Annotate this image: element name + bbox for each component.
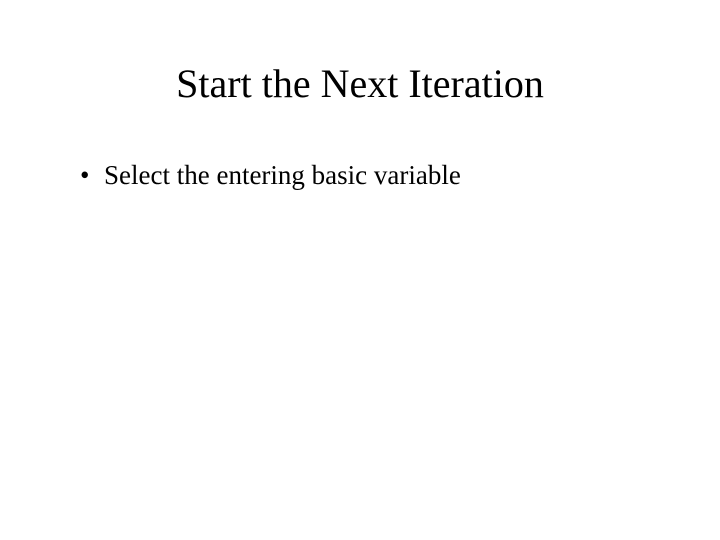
- bullet-list: Select the entering basic variable: [60, 157, 660, 195]
- slide-title: Start the Next Iteration: [60, 60, 660, 107]
- slide-container: Start the Next Iteration Select the ente…: [0, 0, 720, 540]
- bullet-item: Select the entering basic variable: [80, 157, 660, 195]
